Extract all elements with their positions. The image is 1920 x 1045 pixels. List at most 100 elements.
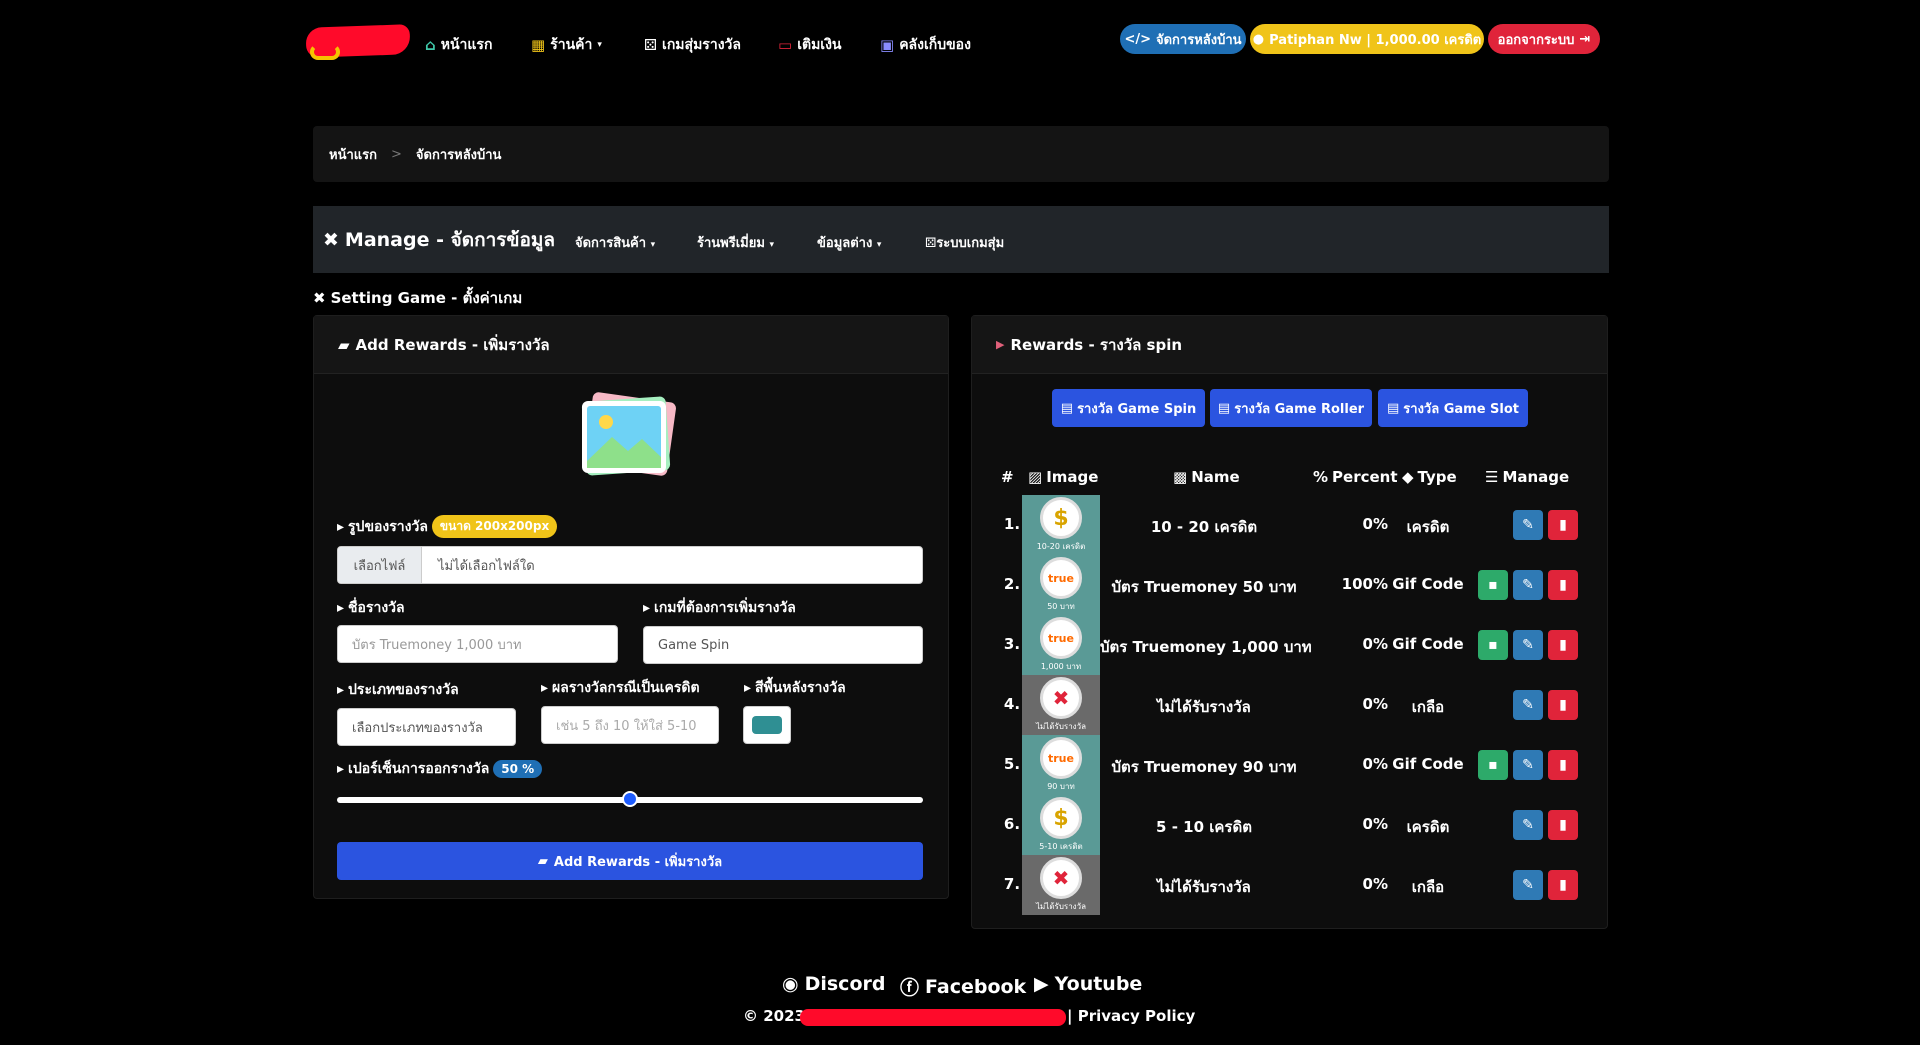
x-icon: ✖	[1040, 677, 1082, 719]
reward-image: ✖ ไม่ได้รับรางวัล	[1022, 855, 1100, 915]
menu-product-manage[interactable]: จัดการสินค้า ▾	[575, 232, 655, 253]
caret-right-icon: ▸	[541, 680, 549, 696]
menu-premium-shop[interactable]: ร้านพรีเมี่ยม ▾	[697, 232, 774, 253]
reward-percent: 0%	[1362, 515, 1388, 533]
tab-game-roller[interactable]: ▤ รางวัล Game Roller	[1210, 389, 1372, 427]
row-number: 3.	[1003, 635, 1021, 653]
edit-button[interactable]: ✎	[1513, 630, 1543, 660]
reward-type-select[interactable]: เลือกประเภทของรางวัล	[337, 708, 516, 746]
delete-button[interactable]: ▮	[1548, 870, 1578, 900]
tag-icon: ◆	[1402, 468, 1414, 486]
chevron-down-icon: ▾	[876, 240, 882, 250]
nav-shop[interactable]: ▦ ร้านค้า ▾	[531, 34, 602, 56]
edit-icon: ✎	[1522, 697, 1534, 713]
reward-percent: 0%	[1362, 875, 1388, 893]
image-placeholder-icon[interactable]	[578, 391, 684, 483]
reward-image-caption: 10-20 เครดิต	[1036, 542, 1086, 551]
reward-image: $ 10-20 เครดิต	[1022, 495, 1100, 555]
gift-icon: ▩	[1173, 468, 1188, 486]
caret-right-icon: ▸	[744, 680, 752, 696]
add-code-button[interactable]: ▪	[1478, 750, 1508, 780]
admin-button[interactable]: </> จัดการหลังบ้าน	[1120, 24, 1246, 54]
file-icon: ▤	[1386, 400, 1400, 416]
trash-icon: ▮	[1559, 817, 1567, 833]
manage-bar: ✖ Manage - จัดการข้อมูล จัดการสินค้า ▾ ร…	[313, 206, 1609, 273]
facebook-icon: ⓕ	[900, 977, 920, 999]
delete-button[interactable]: ▮	[1548, 690, 1578, 720]
nav-random-game[interactable]: ⚄ เกมสุ่มรางวัล	[644, 34, 741, 56]
reward-type: Gif Code	[1392, 575, 1464, 593]
game-select[interactable]: Game Spin	[643, 626, 923, 664]
edit-button[interactable]: ✎	[1513, 750, 1543, 780]
edit-button[interactable]: ✎	[1513, 570, 1543, 600]
shop-icon: ▦	[531, 36, 546, 54]
logout-icon: ⇥	[1579, 31, 1591, 47]
reward-image-caption: 50 บาท	[1047, 602, 1075, 611]
file-icon: ▤	[1217, 400, 1231, 416]
add-code-button[interactable]: ▪	[1478, 630, 1508, 660]
menu-misc-data[interactable]: ข้อมูลต่าง ▾	[817, 232, 881, 253]
delete-button[interactable]: ▮	[1548, 570, 1578, 600]
edit-icon: ✎	[1522, 757, 1534, 773]
percent-slider-thumb[interactable]	[622, 791, 638, 807]
tab-game-slot[interactable]: ▤ รางวัล Game Slot	[1378, 389, 1528, 427]
row-number: 2.	[1003, 575, 1021, 593]
youtube-link[interactable]: ▶ Youtube	[1034, 973, 1142, 995]
image-file-input[interactable]: เลือกไฟล์ ไม่ได้เลือกไฟล์ใด	[337, 546, 923, 584]
user-credit-button[interactable]: ● Patiphan Nw | 1,000.00 เครดิต	[1250, 24, 1484, 54]
chevron-down-icon: ▾	[769, 240, 774, 250]
edit-button[interactable]: ✎	[1513, 510, 1543, 540]
credit-range-input[interactable]: เช่น 5 ถึง 10 ให้ใส่ 5-10	[541, 706, 719, 744]
reward-image-caption: 5-10 เครดิต	[1039, 842, 1083, 851]
reward-image: true 1,000 บาท	[1022, 615, 1100, 675]
facebook-link[interactable]: ⓕ Facebook	[900, 973, 1026, 1000]
nav-topup[interactable]: ▭ เติมเงิน	[778, 34, 841, 56]
truemoney-icon: true	[1040, 557, 1082, 599]
tab-game-spin[interactable]: ▤ รางวัล Game Spin	[1052, 389, 1205, 427]
site-name-redacted	[800, 1009, 1066, 1026]
menu-random-game-system[interactable]: ⚄ระบบเกมสุ่ม	[925, 232, 1004, 253]
x-icon: ✖	[1040, 857, 1082, 899]
credit-result-label: ▸ ผลรางวัลกรณีเป็นเครดิต	[541, 680, 700, 696]
home-icon: ⌂	[425, 36, 436, 54]
edit-button[interactable]: ✎	[1513, 810, 1543, 840]
reward-name: ไม่ได้รับรางวัล	[1157, 878, 1251, 896]
folder-plus-icon: ▰	[537, 853, 548, 869]
add-code-button[interactable]: ▪	[1478, 570, 1508, 600]
choose-file-button[interactable]: เลือกไฟล์	[338, 547, 422, 583]
money-bag-icon: $	[1040, 497, 1082, 539]
delete-button[interactable]: ▮	[1548, 510, 1578, 540]
edit-icon: ✎	[1522, 637, 1534, 653]
reward-percent: 100%	[1341, 575, 1388, 593]
sliders-icon: ☰	[1485, 468, 1499, 486]
caret-right-icon: ▸	[337, 682, 345, 698]
delete-button[interactable]: ▮	[1548, 750, 1578, 780]
reward-image-caption: ไม่ได้รับรางวัล	[1036, 722, 1086, 731]
add-reward-button[interactable]: ▰ Add Rewards - เพิ่มรางวัล	[337, 842, 923, 880]
reward-name: บัตร Truemoney 50 บาท	[1111, 578, 1297, 596]
reward-image-caption: 1,000 บาท	[1040, 662, 1082, 671]
bg-color-picker[interactable]	[743, 706, 791, 744]
nav-inventory[interactable]: ▣ คลังเก็บของ	[880, 34, 971, 56]
reward-percent: 0%	[1362, 635, 1388, 653]
breadcrumb-home[interactable]: หน้าแรก	[329, 144, 377, 165]
nav-home[interactable]: ⌂ หน้าแรก	[425, 34, 492, 56]
youtube-icon: ▶	[1034, 973, 1049, 995]
reward-type: เครดิต	[1406, 818, 1450, 836]
col-image: ▨ Image	[1028, 468, 1099, 486]
code-icon: </>	[1124, 31, 1151, 47]
col-num: #	[1001, 468, 1014, 486]
privacy-policy-link[interactable]: | Privacy Policy	[1067, 1007, 1195, 1025]
edit-icon: ✎	[1522, 877, 1534, 893]
rewards-header: ▶ Rewards - รางวัล spin	[972, 316, 1607, 374]
edit-button[interactable]: ✎	[1513, 870, 1543, 900]
reward-name: 10 - 20 เครดิต	[1150, 518, 1258, 536]
user-icon: ●	[1252, 31, 1265, 47]
edit-button[interactable]: ✎	[1513, 690, 1543, 720]
logout-button[interactable]: ออกจากระบบ ⇥	[1488, 24, 1600, 54]
delete-button[interactable]: ▮	[1548, 630, 1578, 660]
discord-link[interactable]: ◉ Discord	[782, 973, 885, 995]
col-type: ◆ Type	[1402, 468, 1457, 486]
reward-name-input[interactable]: บัตร Truemoney 1,000 บาท	[337, 625, 618, 663]
delete-button[interactable]: ▮	[1548, 810, 1578, 840]
